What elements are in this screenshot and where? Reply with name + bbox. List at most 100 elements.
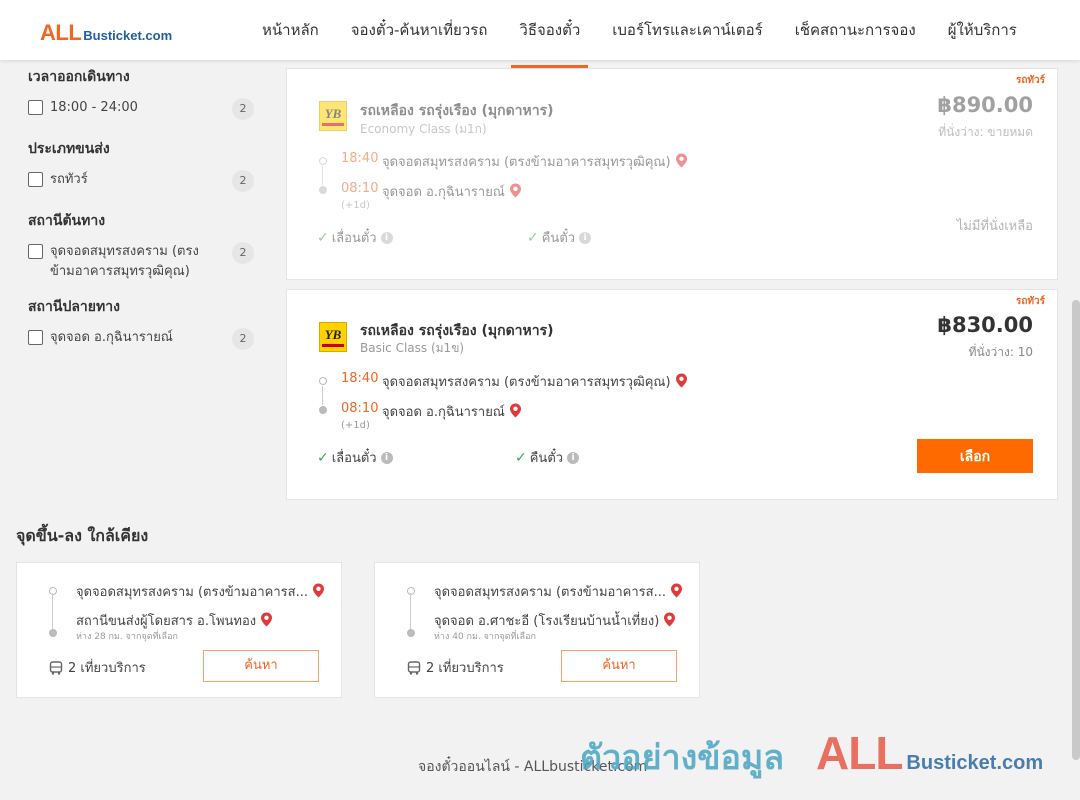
map-pin-icon[interactable] — [675, 373, 688, 388]
filter-checkbox[interactable] — [28, 100, 43, 115]
nav-home[interactable]: หน้าหลัก — [246, 0, 335, 60]
map-pin-icon[interactable] — [663, 612, 676, 627]
seats-available: ที่นั่งว่าง: 10 — [968, 345, 1033, 359]
arrive-stop-label: จุดจอด อ.กุฉินารายณ์ — [382, 405, 505, 420]
nav-contacts[interactable]: เบอร์โทรและเคาน์เตอร์ — [596, 0, 778, 60]
filter-vehicle-type: ประเภทขนส่ง รถทัวร์ 2 — [28, 138, 258, 192]
filter-option[interactable]: จุดจอด อ.กุฉินารายณ์ 2 — [28, 328, 258, 350]
check-icon: ✓ — [527, 229, 539, 246]
logo-all-text: ALL — [40, 20, 82, 45]
check-icon: ✓ — [317, 229, 329, 246]
nearby-section-title: จุดขึ้น-ลง ใกล้เคียง — [16, 526, 149, 545]
arrive-time: 08:10 — [341, 401, 379, 416]
vehicle-type-tag: รถทัวร์ — [1015, 75, 1045, 86]
nearby-distance: ห่าง 28 กม. จากจุดที่เลือก — [76, 632, 178, 642]
info-icon[interactable]: i — [380, 451, 393, 464]
nearby-route-card: จุดจอดสมุทรสงคราม (ตรงข้ามอาคารส... สถาน… — [16, 562, 342, 698]
map-pin-icon[interactable] — [312, 583, 325, 598]
operator-logo: YB — [319, 101, 347, 131]
bus-class: Economy Class (ม1ก) — [360, 122, 487, 136]
filter-title: ประเภทขนส่ง — [28, 141, 110, 157]
operator-name: รถเหลือง รถรุ่งเรือง (มุกดาหาร) — [360, 103, 554, 119]
map-pin-icon[interactable] — [509, 183, 522, 198]
nearby-search-button[interactable]: ค้นหา — [561, 650, 677, 682]
depart-dot — [319, 157, 327, 165]
map-pin-icon[interactable] — [260, 612, 273, 627]
info-icon[interactable]: i — [567, 451, 580, 464]
bus-icon — [407, 660, 421, 675]
info-icon[interactable]: i — [579, 231, 592, 244]
arrive-time: 08:10 — [341, 181, 379, 196]
select-trip-button[interactable]: เลือก — [917, 439, 1033, 473]
nearby-route-card: จุดจอดสมุทรสงคราม (ตรงข้ามอาคารส... จุดจ… — [374, 562, 700, 698]
nearby-to: สถานีขนส่งผู้โดยสาร อ.โพนทอง — [76, 610, 273, 631]
arrive-dot — [319, 406, 327, 414]
filter-label: รถทัวร์ — [50, 172, 88, 187]
nearby-to: จุดจอด อ.ศาชะอี (โรงเรียนบ้านน้ำเที่ยง) — [434, 610, 676, 631]
timeline-line — [52, 593, 53, 629]
depart-stop-label: จุดจอดสมุทรสงคราม (ตรงข้ามอาคารสมุทรวุฒิ… — [382, 375, 671, 390]
depart-dot — [319, 377, 327, 385]
filter-label: 18:00 - 24:00 — [50, 100, 138, 115]
filter-option[interactable]: จุดจอดสมุทรสงคราม (ตรงข้ามอาคารสมุทรวุฒิ… — [28, 242, 258, 282]
map-pin-icon[interactable] — [675, 153, 688, 168]
nav-how-to-book[interactable]: วิธีจองตั๋ว — [503, 0, 596, 68]
feature-label: เลื่อนตั๋ว — [331, 451, 377, 466]
trip-card-sold-out: รถทัวร์ YB รถเหลือง รถรุ่งเรือง (มุกดาหา… — [286, 68, 1058, 280]
filter-count-badge: 2 — [232, 242, 254, 264]
nearby-from-label: จุดจอดสมุทรสงคราม (ตรงข้ามอาคารส... — [434, 585, 666, 600]
filter-title: สถานีปลายทาง — [28, 299, 120, 315]
from-dot — [407, 587, 415, 595]
nearby-to-label: จุดจอด อ.ศาชะอี (โรงเรียนบ้านน้ำเที่ยง) — [434, 614, 660, 629]
trip-count-label: 2 เที่ยวบริการ — [426, 661, 504, 676]
check-icon: ✓ — [515, 449, 527, 466]
timeline-line — [410, 593, 411, 629]
sold-out-status: ไม่มีที่นั่งเหลือ — [956, 219, 1033, 234]
site-header: ALL Busticket.com หน้าหลัก จองตั๋ว-ค้นหา… — [0, 0, 1080, 68]
filter-label: จุดจอดสมุทรสงคราม (ตรงข้ามอาคารสมุทรวุฒิ… — [50, 244, 199, 279]
feature-change-ticket: ✓ เลื่อนตั๋ว i — [317, 447, 393, 468]
filter-checkbox[interactable] — [28, 244, 43, 259]
filter-checkbox[interactable] — [28, 172, 43, 187]
feature-refund-ticket: ✓ คืนตั๋ว i — [515, 447, 580, 468]
nav-check-booking[interactable]: เช็คสถานะการจอง — [779, 0, 932, 60]
map-pin-icon[interactable] — [670, 583, 683, 598]
watermark-sample-text: ตัวอย่างข้อมูล — [580, 738, 785, 778]
filter-count-badge: 2 — [232, 98, 254, 120]
site-logo[interactable]: ALL Busticket.com — [40, 20, 172, 46]
timeline-line — [322, 386, 323, 405]
nav-book-search[interactable]: จองตั๋ว-ค้นหาเที่ยวรถ — [335, 0, 504, 60]
nearby-search-button[interactable]: ค้นหา — [203, 650, 319, 682]
nearby-from: จุดจอดสมุทรสงคราม (ตรงข้ามอาคารส... — [76, 581, 326, 602]
trip-count-label: 2 เที่ยวบริการ — [68, 661, 146, 676]
watermark-logo: ALL Busticket.com — [816, 726, 1043, 780]
depart-stop-label: จุดจอดสมุทรสงคราม (ตรงข้ามอาคารสมุทรวุฒิ… — [382, 155, 671, 170]
feature-change-ticket: ✓ เลื่อนตั๋ว i — [317, 227, 393, 248]
filter-origin: สถานีต้นทาง จุดจอดสมุทรสงคราม (ตรงข้ามอา… — [28, 210, 258, 282]
info-icon[interactable]: i — [380, 231, 393, 244]
map-pin-icon[interactable] — [509, 403, 522, 418]
nearby-trip-count: 2 เที่ยวบริการ — [49, 657, 146, 678]
check-icon: ✓ — [317, 449, 329, 466]
depart-stop: จุดจอดสมุทรสงคราม (ตรงข้ามอาคารสมุทรวุฒิ… — [382, 371, 688, 392]
depart-stop: จุดจอดสมุทรสงคราม (ตรงข้ามอาคารสมุทรวุฒิ… — [382, 151, 688, 172]
depart-time: 18:40 — [341, 371, 379, 386]
next-day-indicator: (+1d) — [341, 420, 370, 431]
page-scrollbar[interactable] — [1072, 300, 1080, 760]
seats-available: ที่นั่งว่าง: ขายหมด — [938, 125, 1033, 139]
filter-option[interactable]: 18:00 - 24:00 2 — [28, 98, 258, 120]
filter-count-badge: 2 — [232, 328, 254, 350]
filter-destination: สถานีปลายทาง จุดจอด อ.กุฉินารายณ์ 2 — [28, 296, 258, 350]
filter-depart-time: เวลาออกเดินทาง 18:00 - 24:00 2 — [28, 66, 258, 120]
main-nav: หน้าหลัก จองตั๋ว-ค้นหาเที่ยวรถ วิธีจองตั… — [246, 0, 1033, 68]
nearby-trip-count: 2 เที่ยวบริการ — [407, 657, 504, 678]
arrive-stop: จุดจอด อ.กุฉินารายณ์ — [382, 181, 522, 202]
filter-checkbox[interactable] — [28, 330, 43, 345]
bus-icon — [49, 660, 63, 675]
watermark-all-text: ALL — [816, 727, 903, 779]
operator-logo-text: YB — [324, 105, 342, 121]
to-dot — [49, 629, 57, 637]
filter-option[interactable]: รถทัวร์ 2 — [28, 170, 258, 192]
nav-operators[interactable]: ผู้ให้บริการ — [932, 0, 1033, 60]
bus-class: Basic Class (ม1ข) — [360, 341, 465, 355]
